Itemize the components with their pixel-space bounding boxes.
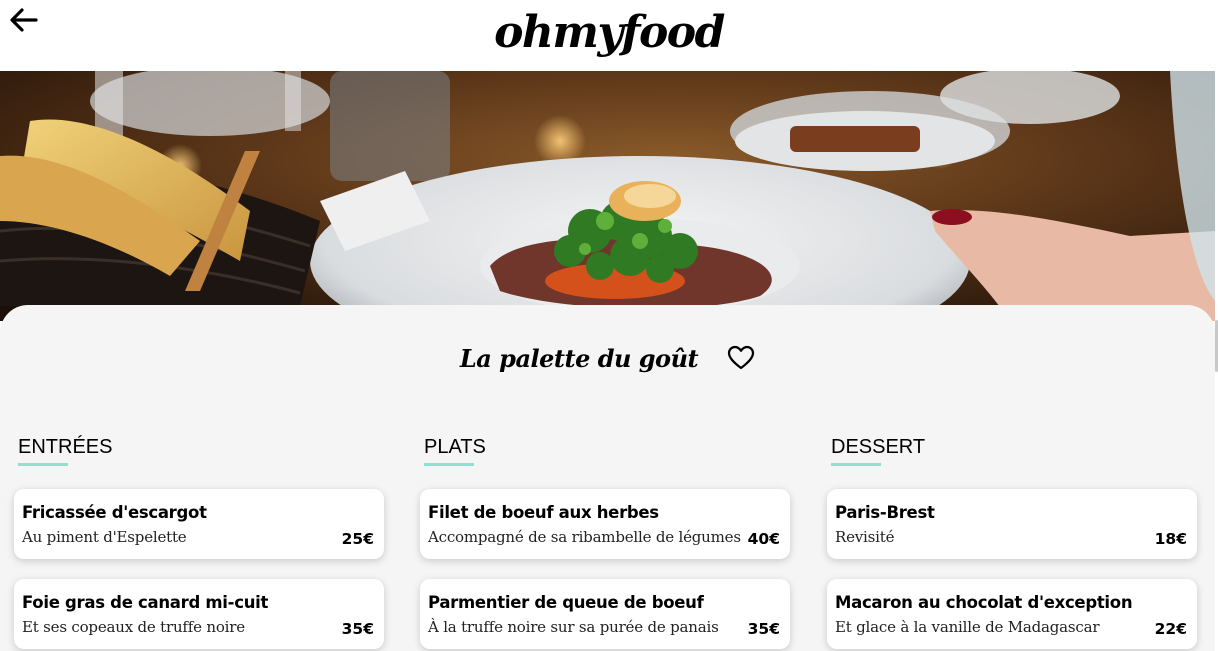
hero-image <box>0 71 1215 321</box>
section-title: PLATS <box>424 436 486 458</box>
menu-section-entrees: ENTRÉES <box>14 435 386 466</box>
dish-description: Au piment d'Espelette <box>22 528 187 546</box>
dish-price: 40€ <box>747 530 780 548</box>
section-underline <box>831 463 881 466</box>
menu-item-card[interactable]: Macaron au chocolat d'exception Et glace… <box>827 579 1197 649</box>
app-header: ohmyfood <box>0 0 1218 71</box>
section-title: ENTRÉES <box>18 436 113 458</box>
dish-name: Macaron au chocolat d'exception <box>835 593 1133 612</box>
ohmyfood-logo[interactable]: ohmyfood <box>0 6 1218 60</box>
menu-section-plats: PLATS <box>420 435 792 466</box>
dish-description: Et glace à la vanille de Madagascar <box>835 618 1100 636</box>
dish-description: À la truffe noire sur sa purée de panais <box>428 618 719 636</box>
menu-item-card[interactable]: Paris-Brest Revisité 18€ <box>827 489 1197 559</box>
menu-item-card[interactable]: Filet de boeuf aux herbes Accompagné de … <box>420 489 790 559</box>
dish-name: Filet de boeuf aux herbes <box>428 503 659 522</box>
dish-price: 25€ <box>341 530 374 548</box>
dish-price: 35€ <box>341 620 374 638</box>
section-underline <box>424 463 474 466</box>
dish-price: 18€ <box>1154 530 1187 548</box>
dish-description: Et ses copeaux de truffe noire <box>22 618 245 636</box>
menu-item-card[interactable]: Parmentier de queue de boeuf À la truffe… <box>420 579 790 649</box>
dish-name: Paris-Brest <box>835 503 935 522</box>
restaurant-panel: La palette du goût ENTRÉES Fricassée d'e… <box>0 305 1215 651</box>
menu-section-dessert: DESSERT <box>827 435 1199 466</box>
dish-description: Revisité <box>835 528 895 546</box>
menu-item-card[interactable]: Foie gras de canard mi-cuit Et ses copea… <box>14 579 384 649</box>
section-underline <box>18 463 68 466</box>
dish-name: Foie gras de canard mi-cuit <box>22 593 269 612</box>
dish-price: 22€ <box>1154 620 1187 638</box>
dish-name: Parmentier de queue de boeuf <box>428 593 704 612</box>
heart-outline-icon[interactable] <box>727 345 755 371</box>
section-title: DESSERT <box>831 436 926 458</box>
dish-description: Accompagné de sa ribambelle de légumes <box>428 528 741 546</box>
restaurant-title: La palette du goût <box>459 344 699 373</box>
menu-item-card[interactable]: Fricassée d'escargot Au piment d'Espelet… <box>14 489 384 559</box>
dish-price: 35€ <box>747 620 780 638</box>
dish-name: Fricassée d'escargot <box>22 503 207 522</box>
